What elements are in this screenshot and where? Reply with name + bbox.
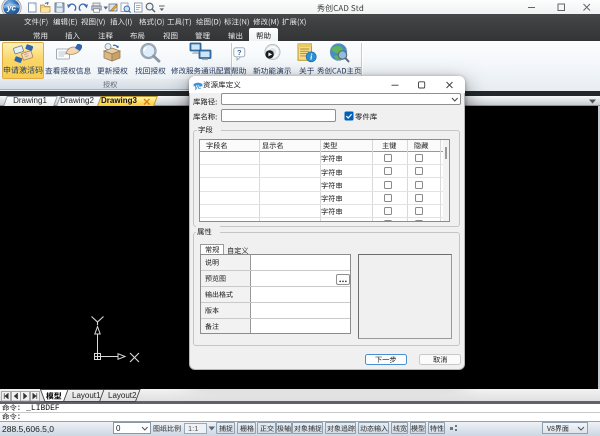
svg-text:yc: yc — [6, 4, 17, 13]
svg-text:yc: yc — [194, 85, 202, 90]
svg-text:?: ? — [237, 48, 242, 57]
